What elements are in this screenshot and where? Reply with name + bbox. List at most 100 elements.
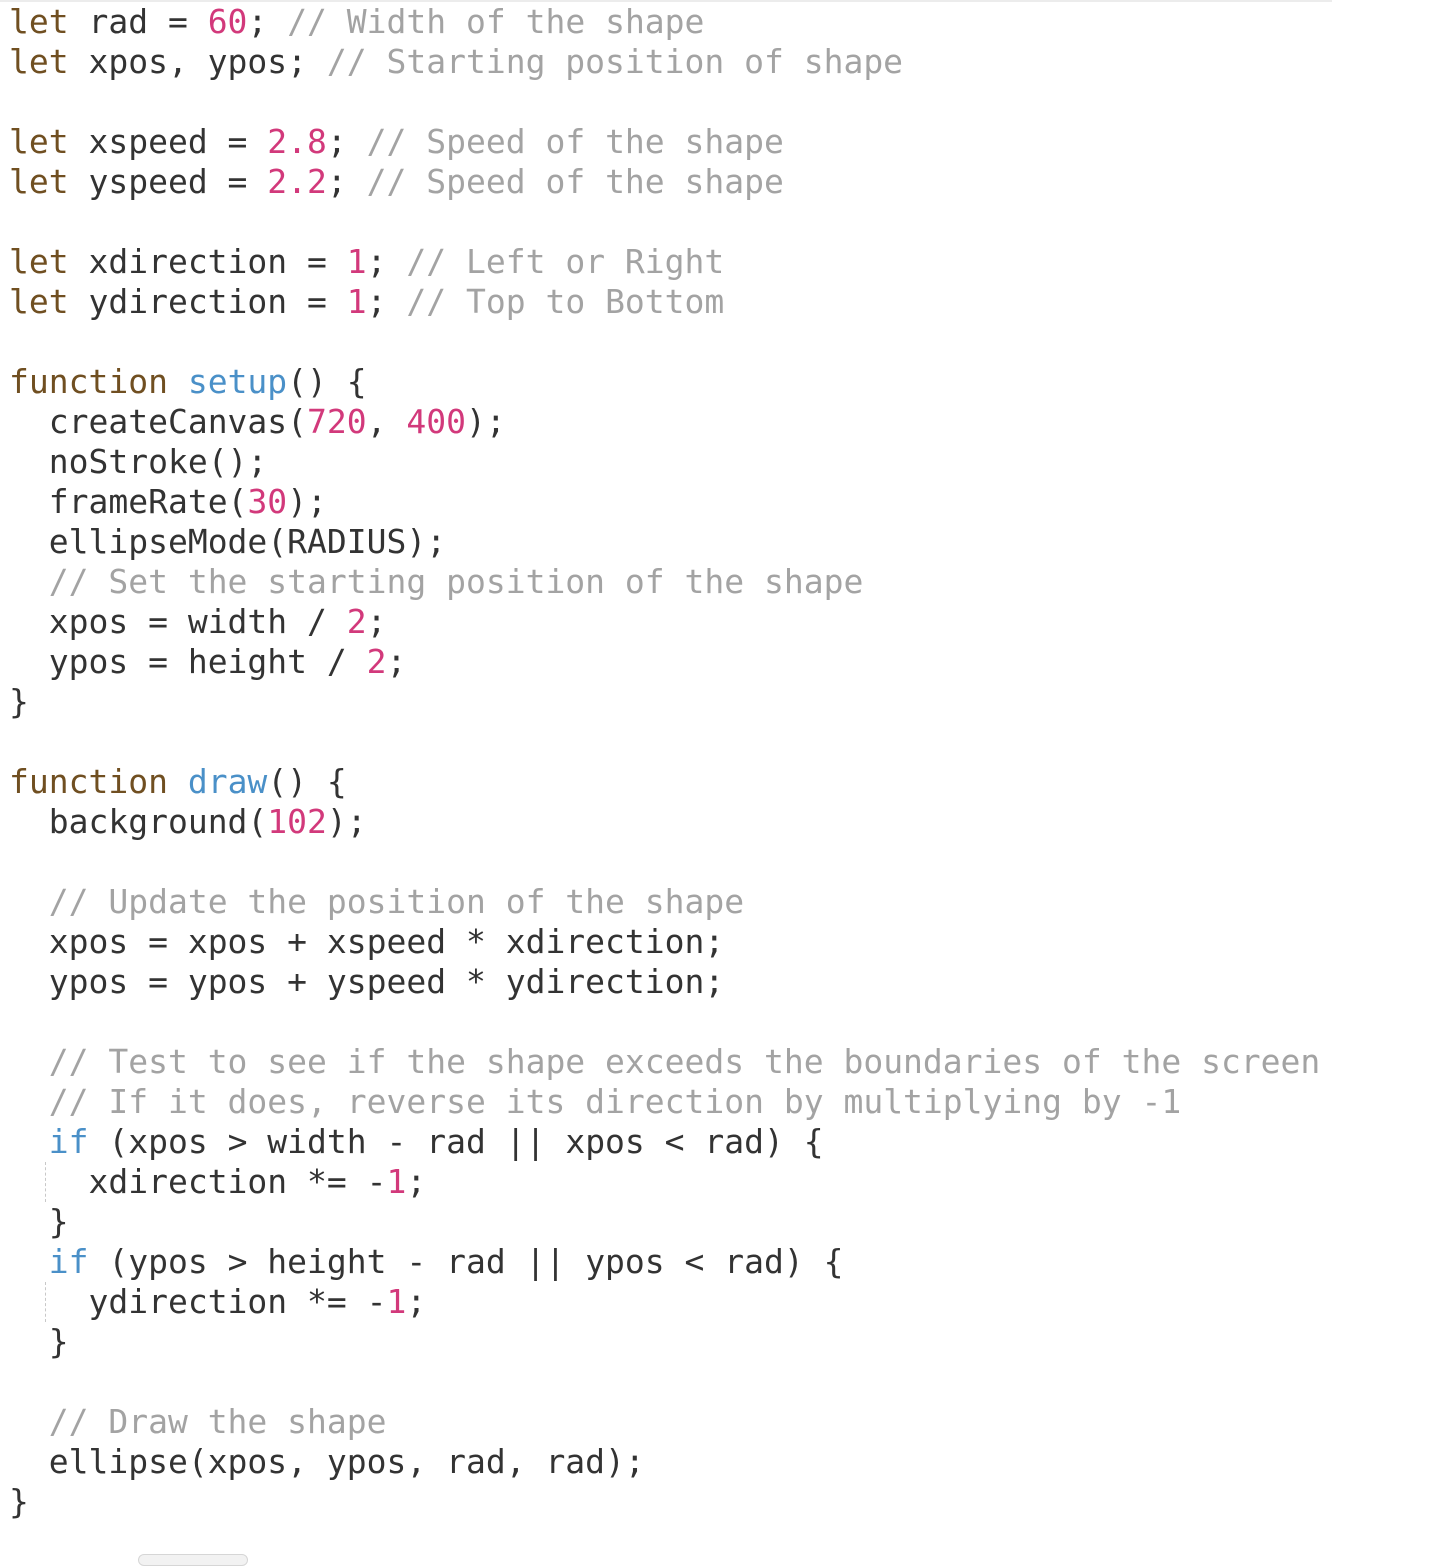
- code-line[interactable]: }: [9, 1202, 1446, 1242]
- code-line[interactable]: // Test to see if the shape exceeds the …: [9, 1042, 1446, 1082]
- code-token-comment: // Speed of the shape: [366, 122, 784, 161]
- code-token-plain: ;: [247, 2, 288, 41]
- code-token-keyword: let: [9, 122, 69, 161]
- code-token-number: 30: [247, 482, 288, 521]
- code-line[interactable]: let xpos, ypos; // Starting position of …: [9, 42, 1446, 82]
- code-token-comment: // If it does, reverse its direction by …: [48, 1082, 1182, 1121]
- code-token-plain: xpos, ypos;: [68, 42, 327, 81]
- code-token-plain: noStroke();: [48, 442, 268, 481]
- code-line[interactable]: // Set the starting position of the shap…: [9, 562, 1446, 602]
- code-token-plain: ;: [326, 162, 367, 201]
- code-token-plain: ypos = height /: [48, 642, 367, 681]
- code-line[interactable]: xpos = width / 2;: [9, 602, 1446, 642]
- code-line[interactable]: ypos = ypos + yspeed * ydirection;: [9, 962, 1446, 1002]
- code-token-plain: }: [9, 1482, 29, 1521]
- code-token-number: 2: [366, 642, 387, 681]
- code-token-comment: // Left or Right: [406, 242, 725, 281]
- code-token-plain: createCanvas(: [48, 402, 308, 441]
- code-token-number: 1: [346, 242, 367, 281]
- code-token-plain: }: [9, 682, 29, 721]
- code-line[interactable]: [9, 1002, 1446, 1042]
- code-line[interactable]: let rad = 60; // Width of the shape: [9, 2, 1446, 42]
- code-line[interactable]: ellipse(xpos, ypos, rad, rad);: [9, 1442, 1446, 1482]
- code-line[interactable]: [9, 82, 1446, 122]
- code-token-plain: ypos = ypos + yspeed * ydirection;: [48, 962, 725, 1001]
- code-token-comment: // Update the position of the shape: [48, 882, 745, 921]
- code-editor[interactable]: let rad = 60; // Width of the shape let x…: [9, 2, 1446, 1522]
- code-token-plain: );: [287, 482, 327, 521]
- horizontal-scrollbar-thumb[interactable]: [138, 1554, 248, 1566]
- code-token-plain: );: [326, 802, 367, 841]
- code-token-keyword: function: [9, 362, 168, 401]
- code-line[interactable]: createCanvas(720, 400);: [9, 402, 1446, 442]
- code-token-plain: ;: [366, 282, 407, 321]
- code-line[interactable]: // Draw the shape: [9, 1402, 1446, 1442]
- code-token-plain: (ypos > height - rad || ypos < rad) {: [88, 1242, 844, 1281]
- code-token-keyword: let: [9, 2, 69, 41]
- code-line[interactable]: [9, 722, 1446, 762]
- code-token-number: 1: [386, 1162, 407, 1201]
- code-line[interactable]: [9, 202, 1446, 242]
- code-token-comment: // Draw the shape: [48, 1402, 387, 1441]
- code-line[interactable]: let yspeed = 2.2; // Speed of the shape: [9, 162, 1446, 202]
- code-token-number: 2.8: [267, 122, 327, 161]
- code-token-plain: ,: [366, 402, 407, 441]
- code-line[interactable]: // Update the position of the shape: [9, 882, 1446, 922]
- code-token-plain: }: [48, 1322, 69, 1361]
- code-token-keyword: let: [9, 242, 69, 281]
- code-token-plain: ellipse(xpos, ypos, rad, rad);: [48, 1442, 645, 1481]
- code-token-number: 2.2: [267, 162, 327, 201]
- code-line[interactable]: background(102);: [9, 802, 1446, 842]
- code-line[interactable]: ellipseMode(RADIUS);: [9, 522, 1446, 562]
- code-line[interactable]: // If it does, reverse its direction by …: [9, 1082, 1446, 1122]
- code-line[interactable]: }: [9, 1482, 1446, 1522]
- code-token-fn: if: [48, 1242, 89, 1281]
- code-line[interactable]: [9, 1362, 1446, 1402]
- code-line[interactable]: xpos = xpos + xspeed * xdirection;: [9, 922, 1446, 962]
- code-line[interactable]: function setup() {: [9, 362, 1446, 402]
- code-token-comment: // Speed of the shape: [366, 162, 784, 201]
- code-token-plain: ;: [366, 242, 407, 281]
- code-token-number: 400: [406, 402, 466, 441]
- code-token-plain: );: [466, 402, 506, 441]
- code-token-number: 1: [346, 282, 367, 321]
- code-line[interactable]: function draw() {: [9, 762, 1446, 802]
- code-line[interactable]: noStroke();: [9, 442, 1446, 482]
- code-line[interactable]: [9, 842, 1446, 882]
- code-token-plain: ;: [386, 642, 407, 681]
- code-line[interactable]: }: [9, 1322, 1446, 1362]
- code-token-keyword: let: [9, 282, 69, 321]
- indent-guide: [45, 1162, 46, 1202]
- code-token-number: 102: [267, 802, 327, 841]
- code-line[interactable]: if (xpos > width - rad || xpos < rad) {: [9, 1122, 1446, 1162]
- code-token-plain: xpos = xpos + xspeed * xdirection;: [48, 922, 725, 961]
- code-token-plain: ydirection =: [68, 282, 347, 321]
- code-line[interactable]: if (ypos > height - rad || ypos < rad) {: [9, 1242, 1446, 1282]
- code-token-plain: () {: [287, 362, 367, 401]
- code-line[interactable]: ydirection *= -1;: [9, 1282, 1446, 1322]
- code-token-plain: frameRate(: [48, 482, 248, 521]
- code-token-number: 2: [346, 602, 367, 641]
- code-token-fn: draw: [187, 762, 268, 801]
- code-line[interactable]: }: [9, 682, 1446, 722]
- code-line[interactable]: let ydirection = 1; // Top to Bottom: [9, 282, 1446, 322]
- code-line[interactable]: [9, 322, 1446, 362]
- code-token-plain: xdirection *= -: [88, 1162, 387, 1201]
- code-token-fn: setup: [187, 362, 288, 401]
- code-line[interactable]: xdirection *= -1;: [9, 1162, 1446, 1202]
- code-token-comment: // Test to see if the shape exceeds the …: [48, 1042, 1321, 1081]
- code-line[interactable]: let xdirection = 1; // Left or Right: [9, 242, 1446, 282]
- code-token-number: 1: [386, 1282, 407, 1321]
- code-line[interactable]: let xspeed = 2.8; // Speed of the shape: [9, 122, 1446, 162]
- code-token-plain: background(: [48, 802, 268, 841]
- code-token-comment: // Set the starting position of the shap…: [48, 562, 864, 601]
- code-token-plain: () {: [267, 762, 347, 801]
- code-token-plain: ;: [326, 122, 367, 161]
- code-line[interactable]: ypos = height / 2;: [9, 642, 1446, 682]
- code-token-comment: // Starting position of shape: [326, 42, 904, 81]
- code-token-plain: xpos = width /: [48, 602, 347, 641]
- code-token-plain: (xpos > width - rad || xpos < rad) {: [88, 1122, 824, 1161]
- code-line[interactable]: frameRate(30);: [9, 482, 1446, 522]
